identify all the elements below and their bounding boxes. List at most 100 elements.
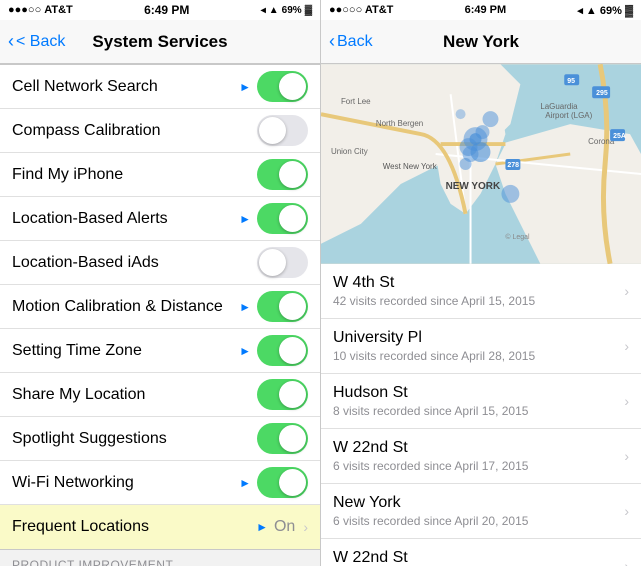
- svg-text:North Bergen: North Bergen: [376, 119, 423, 128]
- settings-list: Cell Network Search ► Compass Calibratio…: [0, 64, 320, 566]
- map-view[interactable]: Fort Lee North Bergen Union City West Ne…: [321, 64, 641, 264]
- chevron-right-icon: ›: [303, 519, 308, 535]
- location-name: W 22nd St: [333, 439, 624, 457]
- svg-text:NEW YORK: NEW YORK: [446, 181, 501, 192]
- back-chevron-icon: ‹: [8, 31, 14, 52]
- back-button[interactable]: ‹ < Back: [8, 31, 65, 52]
- battery-pct: 69%: [282, 5, 302, 16]
- list-item[interactable]: W 4th St 42 visits recorded since April …: [321, 264, 641, 319]
- toggle-cell-network[interactable]: [257, 71, 308, 102]
- on-label: On: [274, 518, 295, 536]
- location-arrow-icon: ►: [239, 212, 251, 226]
- left-carrier: ●●●○○ AT&T: [8, 4, 73, 16]
- chevron-right-icon: ›: [624, 558, 629, 566]
- location-icon: ◂: [261, 5, 266, 16]
- list-item[interactable]: W 22nd St 6 visits recorded since April …: [321, 429, 641, 484]
- list-item[interactable]: Location-Based iAds: [0, 241, 320, 285]
- list-item[interactable]: New York 6 visits recorded since April 2…: [321, 484, 641, 539]
- chevron-right-icon: ›: [624, 448, 629, 464]
- carrier-name: AT&T: [44, 4, 73, 16]
- location-arrow-icon: ►: [239, 344, 251, 358]
- signal-dots: ●●○○○: [329, 4, 362, 16]
- back-label[interactable]: < Back: [16, 33, 65, 51]
- item-label: Location-Based iAds: [12, 254, 159, 272]
- left-battery: ◂ ▲ 69% ▓: [261, 5, 312, 16]
- main-settings-group: Cell Network Search ► Compass Calibratio…: [0, 64, 320, 550]
- location-name: Hudson St: [333, 384, 624, 402]
- location-arrow-icon: ►: [239, 476, 251, 490]
- list-item[interactable]: Spotlight Suggestions: [0, 417, 320, 461]
- location-arrow-icon: ►: [239, 80, 251, 94]
- svg-text:LaGuardia: LaGuardia: [540, 102, 578, 111]
- item-label: Compass Calibration: [12, 122, 161, 140]
- location-name: University Pl: [333, 329, 624, 347]
- toggle-location-alerts[interactable]: [257, 203, 308, 234]
- right-status-bar: ●●○○○ AT&T 6:49 PM ◂ ▲ 69% ▓: [321, 0, 641, 20]
- svg-text:© Legal: © Legal: [505, 233, 530, 241]
- location-icon: ◂: [577, 5, 583, 17]
- right-back-button[interactable]: ‹ Back: [329, 31, 373, 52]
- location-name: W 22nd St: [333, 549, 624, 566]
- right-nav-title: New York: [443, 32, 519, 52]
- toggle-timezone[interactable]: [257, 335, 308, 366]
- location-desc: 42 visits recorded since April 15, 2015: [333, 294, 624, 308]
- right-panel: ●●○○○ AT&T 6:49 PM ◂ ▲ 69% ▓ ‹ Back New …: [320, 0, 641, 566]
- item-label: Location-Based Alerts: [12, 210, 168, 228]
- battery-bar: ▓: [625, 5, 633, 17]
- svg-text:Airport (LGA): Airport (LGA): [545, 111, 592, 120]
- left-panel: ●●●○○ AT&T 6:49 PM ◂ ▲ 69% ▓ ‹ < Back Sy…: [0, 0, 320, 566]
- item-label: Cell Network Search: [12, 78, 158, 96]
- back-label[interactable]: Back: [337, 33, 373, 51]
- list-item[interactable]: Compass Calibration: [0, 109, 320, 153]
- chevron-right-icon: ›: [624, 283, 629, 299]
- toggle-share-location[interactable]: [257, 379, 308, 410]
- location-arrow-icon: ►: [239, 300, 251, 314]
- right-battery: ◂ ▲ 69% ▓: [577, 4, 633, 17]
- location-arrow-icon: ►: [256, 520, 268, 534]
- left-nav-bar: ‹ < Back System Services: [0, 20, 320, 64]
- right-time: 6:49 PM: [465, 4, 507, 16]
- list-item-frequent[interactable]: Frequent Locations ► On ›: [0, 505, 320, 549]
- svg-text:95: 95: [567, 78, 575, 85]
- svg-text:25A: 25A: [613, 133, 626, 140]
- section-header-product: PRODUCT IMPROVEMENT: [0, 550, 320, 566]
- toggle-spotlight[interactable]: [257, 423, 308, 454]
- list-item[interactable]: Hudson St 8 visits recorded since April …: [321, 374, 641, 429]
- list-item[interactable]: W 22nd St 5 visits recorded since April …: [321, 539, 641, 566]
- item-label: Wi-Fi Networking: [12, 474, 134, 492]
- battery-bar: ▓: [305, 5, 312, 16]
- toggle-motion[interactable]: [257, 291, 308, 322]
- right-nav-bar: ‹ Back New York: [321, 20, 641, 64]
- list-item[interactable]: Share My Location: [0, 373, 320, 417]
- toggle-wifi[interactable]: [257, 467, 308, 498]
- list-item[interactable]: Motion Calibration & Distance ►: [0, 285, 320, 329]
- signal-dots: ●●●○○: [8, 4, 41, 16]
- item-label: Setting Time Zone: [12, 342, 142, 360]
- chevron-right-icon: ›: [624, 503, 629, 519]
- list-item[interactable]: University Pl 10 visits recorded since A…: [321, 319, 641, 374]
- svg-text:278: 278: [507, 162, 519, 169]
- toggle-location-iads[interactable]: [257, 247, 308, 278]
- location-desc: 6 visits recorded since April 17, 2015: [333, 459, 624, 473]
- list-item[interactable]: Setting Time Zone ►: [0, 329, 320, 373]
- toggle-find-iphone[interactable]: [257, 159, 308, 190]
- location-desc: 10 visits recorded since April 28, 2015: [333, 349, 624, 363]
- location-desc: 6 visits recorded since April 20, 2015: [333, 514, 624, 528]
- left-time: 6:49 PM: [144, 3, 189, 17]
- left-status-bar: ●●●○○ AT&T 6:49 PM ◂ ▲ 69% ▓: [0, 0, 320, 20]
- list-item[interactable]: Wi-Fi Networking ►: [0, 461, 320, 505]
- list-item[interactable]: Find My iPhone: [0, 153, 320, 197]
- svg-text:Fort Lee: Fort Lee: [341, 97, 371, 106]
- toggle-compass[interactable]: [257, 115, 308, 146]
- chevron-right-icon: ›: [624, 338, 629, 354]
- item-label: Spotlight Suggestions: [12, 430, 167, 448]
- right-carrier: ●●○○○ AT&T: [329, 4, 393, 16]
- location-desc: 8 visits recorded since April 15, 2015: [333, 404, 624, 418]
- list-item[interactable]: Cell Network Search ►: [0, 65, 320, 109]
- chevron-right-icon: ›: [624, 393, 629, 409]
- left-nav-title: System Services: [92, 32, 227, 52]
- svg-text:West New York: West New York: [383, 162, 437, 171]
- map-svg: Fort Lee North Bergen Union City West Ne…: [321, 64, 641, 264]
- list-item[interactable]: Location-Based Alerts ►: [0, 197, 320, 241]
- location-name: W 4th St: [333, 274, 624, 292]
